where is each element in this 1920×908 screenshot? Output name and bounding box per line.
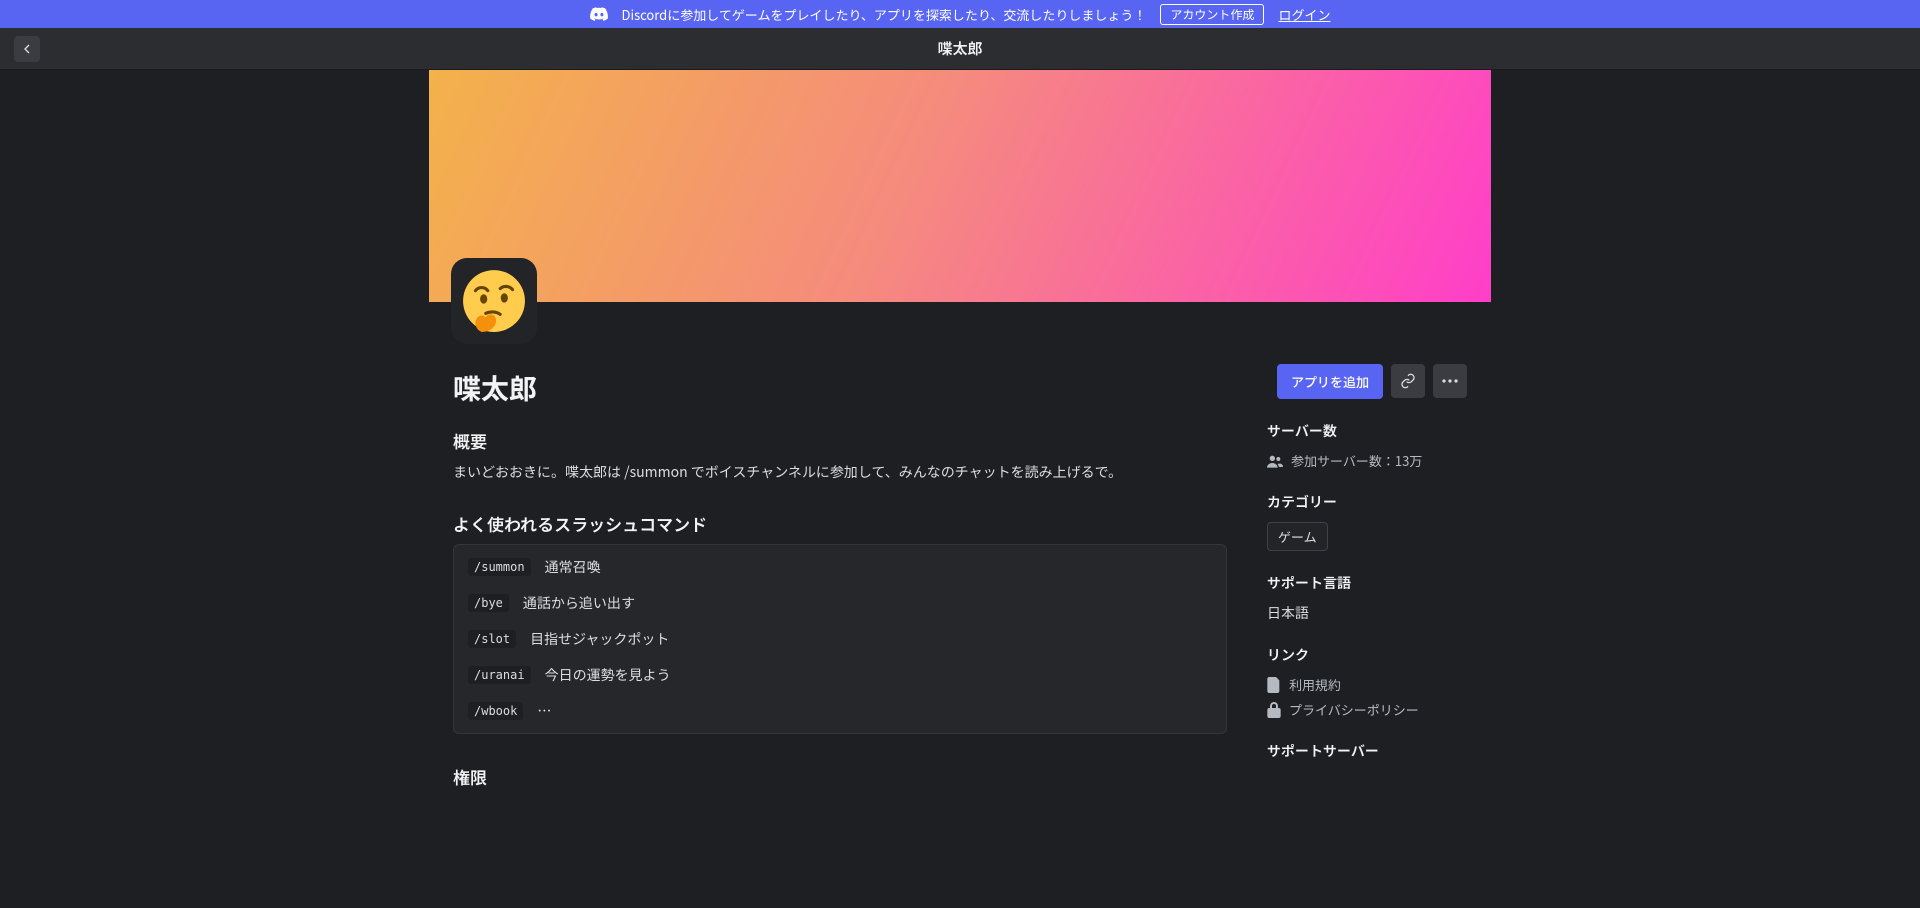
support-server-heading: サポートサーバー (1267, 741, 1467, 761)
category-chip[interactable]: ゲーム (1267, 522, 1328, 551)
profile-banner (429, 70, 1491, 302)
category-heading: カテゴリー (1267, 492, 1467, 512)
page-header: 喋太郎 (0, 28, 1920, 70)
thinking-face-icon (461, 268, 527, 334)
slash-cmd: /slot (468, 630, 516, 648)
overview-text: まいどおおきに。喋太郎は /summon でボイスチャンネルに参加して、みんなの… (453, 461, 1227, 483)
terms-label: 利用規約 (1289, 675, 1341, 694)
slash-desc: 目指せジャックポット (530, 629, 669, 649)
discord-icon (590, 7, 608, 21)
slash-desc: 通常召喚 (545, 557, 601, 577)
link-icon (1400, 373, 1416, 389)
slash-row: /uranai 今日の運勢を見よう (454, 657, 1226, 693)
overview-heading: 概要 (453, 428, 1227, 453)
create-account-button[interactable]: アカウント作成 (1160, 4, 1264, 25)
slash-row: /slot 目指せジャックポット (454, 621, 1226, 657)
terms-link[interactable]: 利用規約 (1267, 675, 1467, 694)
language-value: 日本語 (1267, 603, 1467, 623)
promo-bar: Discordに参加してゲームをプレイしたり、アプリを探索したり、交流したりしま… (0, 0, 1920, 28)
slash-command-list: /summon 通常召喚 /bye 通話から追い出す /slot 目指せジャック… (453, 544, 1227, 734)
app-name: 喋太郎 (453, 368, 1227, 408)
copy-link-button[interactable] (1391, 364, 1425, 398)
permissions-heading: 権限 (453, 764, 1227, 789)
back-button[interactable] (14, 36, 40, 62)
document-icon (1267, 677, 1281, 693)
slash-cmd: /wbook (468, 702, 523, 720)
links-heading: リンク (1267, 645, 1467, 665)
slash-heading: よく使われるスラッシュコマンド (453, 511, 1227, 536)
more-icon (1442, 379, 1458, 383)
slash-cmd: /bye (468, 594, 509, 612)
slash-row: /bye 通話から追い出す (454, 585, 1226, 621)
page-title: 喋太郎 (937, 38, 982, 59)
slash-cmd: /summon (468, 558, 531, 576)
lock-icon (1267, 702, 1281, 718)
language-heading: サポート言語 (1267, 573, 1467, 593)
slash-desc: 今日の運勢を見よう (545, 665, 671, 685)
add-app-button[interactable]: アプリを追加 (1277, 364, 1383, 399)
servers-heading: サーバー数 (1267, 421, 1467, 441)
slash-row: /summon 通常召喚 (454, 549, 1226, 585)
promo-text: Discordに参加してゲームをプレイしたり、アプリを探索したり、交流したりしま… (622, 5, 1147, 24)
slash-cmd: /uranai (468, 666, 531, 684)
users-icon (1267, 454, 1283, 468)
slash-desc: 通話から追い出す (523, 593, 635, 613)
more-button[interactable] (1433, 364, 1467, 398)
login-link[interactable]: ログイン (1278, 5, 1330, 24)
privacy-link[interactable]: プライバシーポリシー (1267, 700, 1467, 719)
avatar (451, 258, 537, 344)
slash-row: /wbook … (454, 693, 1226, 729)
privacy-label: プライバシーポリシー (1289, 700, 1419, 719)
slash-desc: … (537, 701, 551, 721)
servers-value: 参加サーバー数：13万 (1291, 451, 1422, 470)
